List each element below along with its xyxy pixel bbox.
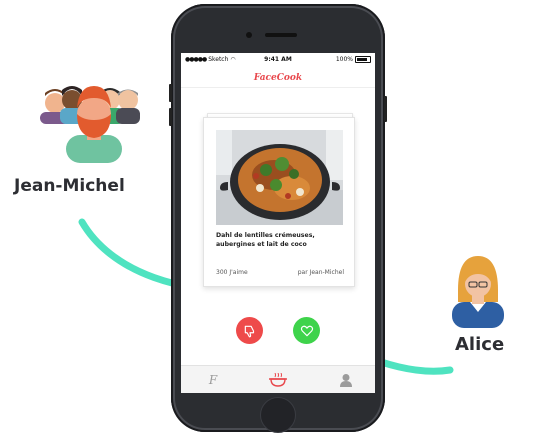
app-logo: FaceCook	[253, 73, 303, 83]
battery-icon	[355, 56, 371, 63]
home-button[interactable]	[260, 397, 296, 433]
volume-button[interactable]	[169, 84, 172, 102]
status-bar: ●●●●● Sketch ◠ 9:41 AM 100%	[181, 53, 375, 65]
like-button[interactable]	[293, 317, 320, 344]
tab-brand-f-icon[interactable]: F	[203, 372, 223, 388]
recipe-card[interactable]: Dahl de lentilles crémeuses, aubergines …	[203, 117, 355, 287]
tab-cooking-pot-icon[interactable]	[268, 372, 288, 388]
speaker-grille	[265, 33, 297, 37]
power-button[interactable]	[384, 96, 387, 122]
tab-bar: F	[181, 365, 375, 393]
recipe-author[interactable]: par Jean-Michel	[298, 269, 344, 276]
recipe-photo	[216, 130, 343, 225]
front-camera	[246, 32, 252, 38]
dislike-button[interactable]	[236, 317, 263, 344]
thumbs-down-icon	[244, 325, 254, 337]
tab-profile-icon[interactable]	[336, 372, 356, 388]
heart-icon	[300, 325, 313, 336]
like-count: 300 J'aime	[216, 269, 248, 276]
jean-michel-label: Jean-Michel	[14, 176, 125, 196]
volume-button[interactable]	[169, 108, 172, 126]
app-header: FaceCook	[181, 65, 375, 88]
recipe-card-stack[interactable]: Dahl de lentilles crémeuses, aubergines …	[203, 113, 355, 287]
recipe-title: Dahl de lentilles crémeuses, aubergines …	[216, 232, 315, 248]
cooking-pot-icon	[269, 373, 287, 387]
alice-avatar	[452, 256, 504, 328]
profile-icon	[340, 374, 352, 387]
battery-percent: 100%	[335, 56, 353, 63]
alice-label: Alice	[455, 334, 505, 355]
background-person	[116, 89, 140, 124]
app-screen: ●●●●● Sketch ◠ 9:41 AM 100% FaceCook Dah…	[181, 53, 375, 393]
